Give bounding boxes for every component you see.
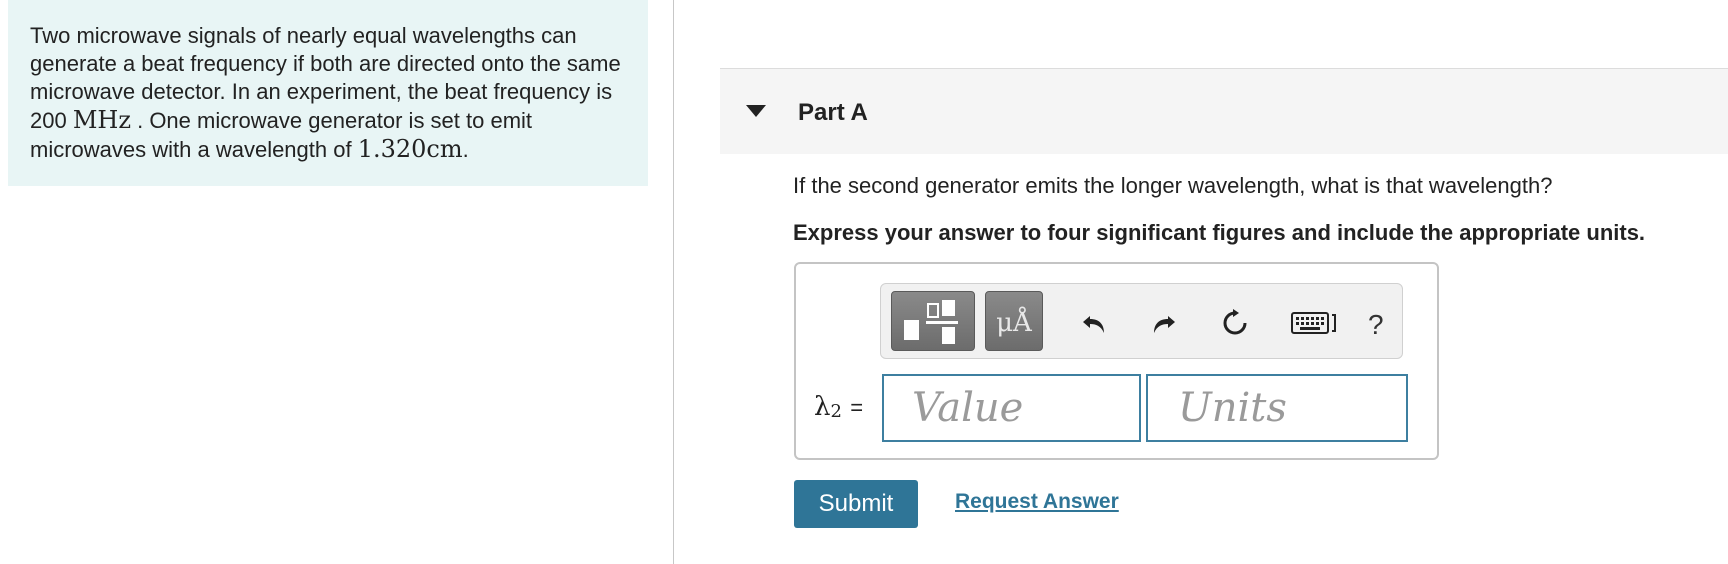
collapse-caret-icon[interactable] — [746, 105, 766, 117]
undo-icon[interactable] — [1078, 306, 1112, 340]
submit-button[interactable]: Submit — [794, 480, 918, 528]
variable-symbol: λ — [814, 392, 831, 422]
value-input[interactable] — [882, 374, 1141, 442]
part-title: Part A — [798, 99, 868, 126]
problem-statement: Two microwave signals of nearly equal wa… — [8, 0, 648, 186]
units-button[interactable]: μÅ — [985, 291, 1043, 351]
reset-icon[interactable] — [1218, 306, 1252, 340]
equals-sign: = — [850, 395, 864, 420]
redo-icon[interactable] — [1146, 306, 1180, 340]
problem-panel: Two microwave signals of nearly equal wa… — [0, 0, 673, 564]
part-header[interactable] — [720, 68, 1728, 154]
variable-subscript: 2 — [830, 401, 842, 422]
panel-divider — [673, 0, 674, 564]
beat-frequency-unit: MHz — [72, 106, 131, 134]
keyboard-icon[interactable] — [1290, 306, 1340, 340]
request-answer-link[interactable]: Request Answer — [955, 490, 1119, 514]
templates-button[interactable] — [891, 291, 975, 351]
answer-instructions: Express your answer to four significant … — [793, 220, 1646, 245]
help-button[interactable]: ? — [1368, 309, 1384, 341]
fraction-template-icon — [904, 300, 958, 344]
units-input[interactable] — [1146, 374, 1408, 442]
question-text: If the second generator emits the longer… — [793, 173, 1553, 198]
problem-text-3: . — [462, 137, 469, 162]
answer-variable-label: λ2 = — [814, 392, 863, 422]
wavelength-value: 1.320cm — [357, 135, 463, 163]
